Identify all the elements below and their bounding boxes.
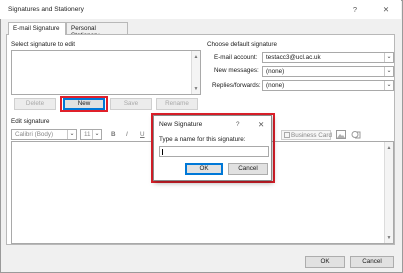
email-account-value: testacc3@ucl.ac.uk bbox=[266, 54, 321, 61]
text-cursor bbox=[162, 149, 163, 155]
font-select[interactable]: Calibri (Body) ⌄ bbox=[11, 129, 77, 140]
chevron-down-icon: ⌄ bbox=[67, 130, 76, 139]
font-size-value: 11 bbox=[84, 131, 91, 138]
bold-button[interactable]: B bbox=[111, 131, 116, 138]
rename-button[interactable]: Rename bbox=[156, 98, 198, 110]
business-card-icon bbox=[284, 132, 290, 138]
new-button[interactable]: New bbox=[63, 98, 105, 110]
new-signature-dialog: New Signature ? ✕ Type a name for this s… bbox=[153, 115, 272, 181]
underline-button[interactable]: U bbox=[140, 131, 145, 138]
replies-forwards-select[interactable]: (none) ⌄ bbox=[262, 80, 394, 91]
business-card-label: Business Card bbox=[291, 132, 332, 139]
signature-list-scrollbar[interactable]: ▲ ▼ bbox=[191, 51, 200, 94]
edit-signature-heading: Edit signature bbox=[11, 118, 50, 125]
chevron-down-icon: ⌄ bbox=[384, 53, 393, 62]
insert-hyperlink-icon[interactable] bbox=[351, 130, 361, 139]
dialog-cancel-button[interactable]: Cancel bbox=[228, 163, 268, 175]
ok-button[interactable]: OK bbox=[305, 256, 345, 268]
editor-scrollbar[interactable]: ▲ ▼ bbox=[384, 142, 393, 243]
scroll-down-icon[interactable]: ▼ bbox=[192, 86, 200, 92]
dialog-title: New Signature bbox=[159, 121, 203, 128]
replies-forwards-value: (none) bbox=[266, 82, 285, 89]
help-button[interactable]: ? bbox=[345, 3, 365, 16]
new-messages-label: New messages: bbox=[214, 67, 259, 74]
scroll-up-icon[interactable]: ▲ bbox=[385, 145, 393, 151]
cancel-button[interactable]: Cancel bbox=[350, 256, 394, 268]
window-title: Signatures and Stationery bbox=[8, 6, 84, 13]
signature-list[interactable]: ▲ ▼ bbox=[11, 50, 201, 95]
chevron-down-icon: ⌄ bbox=[384, 67, 393, 76]
select-signature-label: Select signature to edit bbox=[11, 41, 76, 48]
dialog-close-icon[interactable]: ✕ bbox=[258, 120, 264, 129]
new-button-label: New bbox=[77, 100, 91, 107]
dialog-prompt: Type a name for this signature: bbox=[159, 136, 245, 143]
italic-button[interactable]: I bbox=[126, 131, 128, 138]
business-card-button[interactable]: Business Card bbox=[281, 130, 332, 140]
font-value: Calibri (Body) bbox=[15, 131, 54, 138]
save-button[interactable]: Save bbox=[110, 98, 152, 110]
dialog-help-button[interactable]: ? bbox=[236, 121, 240, 128]
tab-email-signature-label: E-mail Signature bbox=[13, 25, 60, 32]
new-messages-value: (none) bbox=[266, 68, 285, 75]
close-icon[interactable]: ✕ bbox=[376, 3, 396, 16]
tab-personal-stationery[interactable]: Personal Stationery bbox=[66, 22, 128, 39]
signature-name-input[interactable] bbox=[159, 146, 269, 157]
email-account-label: E-mail account: bbox=[214, 54, 258, 61]
email-account-select[interactable]: testacc3@ucl.ac.uk ⌄ bbox=[262, 52, 394, 63]
choose-default-heading: Choose default signature bbox=[207, 41, 278, 48]
chevron-down-icon: ⌄ bbox=[384, 81, 393, 90]
chevron-down-icon: ⌄ bbox=[92, 130, 101, 139]
new-messages-select[interactable]: (none) ⌄ bbox=[262, 66, 394, 77]
dialog-prompt-text: Type a name for this signature: bbox=[159, 136, 246, 143]
replies-forwards-label: Replies/forwards: bbox=[212, 82, 261, 89]
dialog-ok-button[interactable]: OK bbox=[185, 163, 223, 175]
scroll-up-icon[interactable]: ▲ bbox=[192, 54, 200, 60]
scroll-down-icon[interactable]: ▼ bbox=[385, 235, 393, 241]
tab-email-signature[interactable]: E-mail Signature bbox=[8, 22, 66, 35]
insert-picture-icon[interactable] bbox=[336, 130, 346, 139]
font-size-select[interactable]: 11 ⌄ bbox=[80, 129, 102, 140]
delete-button[interactable]: Delete bbox=[14, 98, 56, 110]
